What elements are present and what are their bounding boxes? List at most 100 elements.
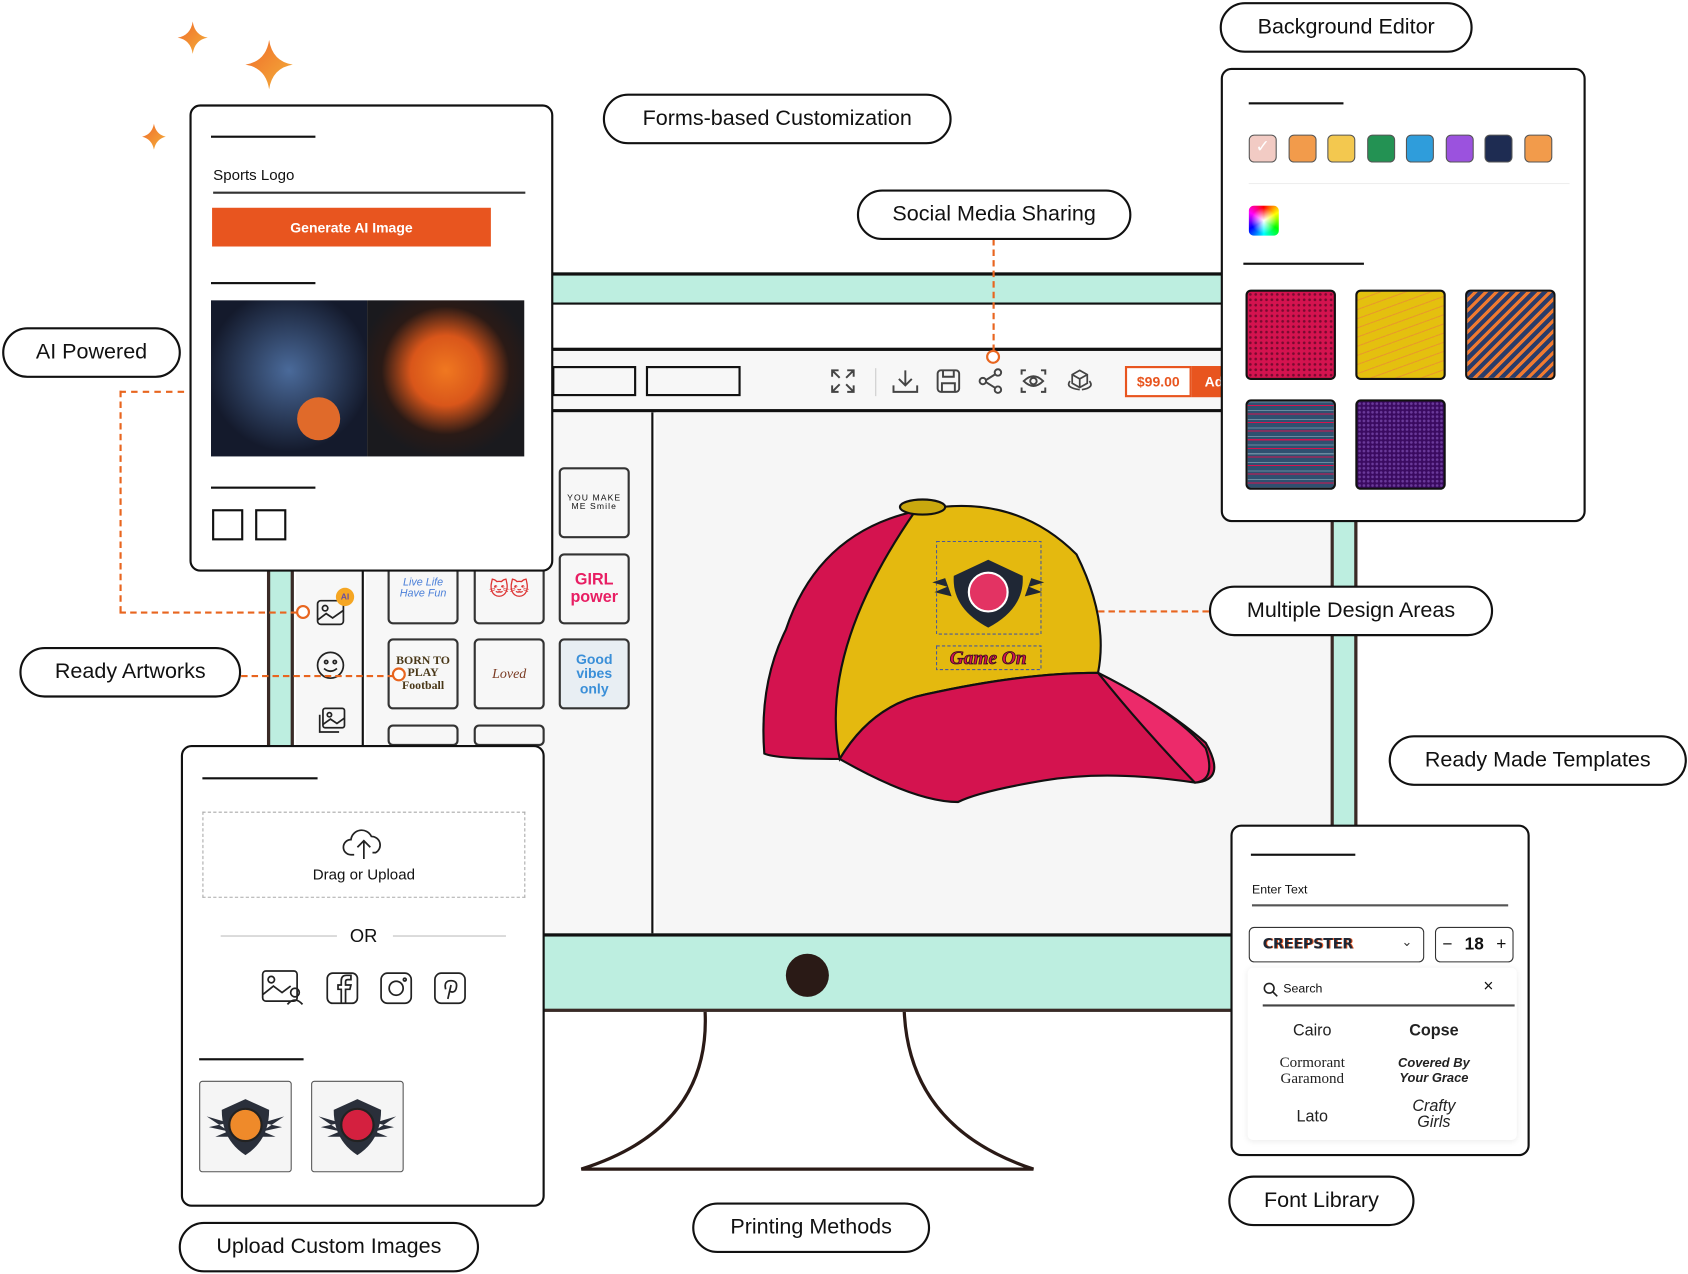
label-ready-made-templates: Ready Made Templates: [1388, 735, 1687, 786]
color-swatch[interactable]: [1484, 134, 1513, 163]
connector: [992, 238, 995, 351]
custom-color-picker[interactable]: [1248, 205, 1279, 236]
connector: [119, 390, 185, 393]
3d-view-icon[interactable]: [1066, 367, 1094, 395]
label-printing-methods: Printing Methods: [692, 1202, 931, 1254]
color-swatch[interactable]: [1405, 134, 1434, 163]
pattern-crimson-dots[interactable]: [1245, 289, 1336, 381]
generate-ai-image-button[interactable]: Generate AI Image: [212, 207, 491, 247]
cloud-upload-icon: [342, 829, 381, 860]
artwork-tile[interactable]: [473, 724, 545, 747]
font-option-cairo[interactable]: Cairo: [1253, 1022, 1371, 1040]
label-upload-custom-images: Upload Custom Images: [178, 1221, 480, 1273]
font-library-panel: Enter Text CREEPSTER ⌄ −18 + Search × Cair…: [1230, 824, 1530, 1157]
upload-dropzone[interactable]: Drag or Upload: [202, 811, 526, 898]
toolbar-divider: [875, 368, 877, 397]
font-option-crafty-girls[interactable]: Crafty Girls: [1375, 1098, 1493, 1130]
color-swatch[interactable]: [1288, 134, 1317, 163]
connector-dot: [986, 349, 1001, 364]
background-editor-panel: ✓: [1220, 67, 1586, 523]
font-size-stepper[interactable]: −18 +: [1434, 926, 1514, 963]
save-icon[interactable]: [934, 367, 962, 395]
fullscreen-icon[interactable]: [829, 367, 857, 395]
gallery-icon[interactable]: [316, 706, 346, 736]
basketball-logo: [206, 1098, 285, 1155]
toolbar-field[interactable]: [645, 366, 741, 397]
ai-generator-panel: Sports Logo Generate AI Image: [189, 104, 554, 572]
pattern-orange-navy-stripes[interactable]: [1465, 289, 1556, 381]
design-text[interactable]: Game On: [949, 648, 1027, 670]
font-dropdown: Search × Cairo Copse Cormorant Garamond …: [1247, 967, 1517, 1141]
decrease-button[interactable]: −: [1442, 935, 1452, 954]
connector: [1098, 610, 1209, 613]
monitor-logo-dot: [785, 953, 829, 997]
instagram-icon[interactable]: [379, 971, 413, 1005]
pattern-navy-pink-lines[interactable]: [1245, 399, 1336, 490]
label-font-library: Font Library: [1228, 1175, 1415, 1227]
increase-button[interactable]: +: [1496, 935, 1506, 954]
feature-illustration: $99.00 Add AI YOU MAKE ME Smile Live Lif…: [0, 0, 1688, 1273]
font-select[interactable]: CREEPSTER ⌄: [1248, 926, 1425, 963]
enter-text-label: Enter Text: [1251, 883, 1308, 897]
color-swatches: ✓: [1248, 134, 1552, 163]
label-ready-artworks: Ready Artworks: [19, 646, 242, 698]
font-search-input[interactable]: Search: [1283, 983, 1322, 996]
label-background-editor: Background Editor: [1219, 2, 1473, 53]
search-icon: [1263, 982, 1278, 997]
font-option-covered-by-your-grace[interactable]: Covered By Your Grace: [1375, 1055, 1493, 1086]
ai-badge: AI: [335, 587, 355, 607]
option-checkbox[interactable]: [255, 509, 287, 541]
color-swatch[interactable]: [1523, 134, 1552, 163]
basketball-logo: [318, 1098, 397, 1155]
connector: [119, 611, 298, 614]
font-option-lato[interactable]: Lato: [1253, 1108, 1371, 1126]
toolbar-field[interactable]: [552, 366, 637, 397]
monitor-top-bezel: [552, 272, 1226, 306]
price-display: $99.00: [1124, 366, 1192, 398]
connector-dot: [391, 667, 406, 682]
preview-icon[interactable]: [1019, 367, 1047, 395]
font-select-value: CREEPSTER: [1262, 936, 1354, 953]
pattern-purple-chevrons[interactable]: [1355, 399, 1446, 490]
connector-dot: [296, 604, 311, 619]
label-forms-customization: Forms-based Customization: [602, 93, 952, 145]
color-swatch[interactable]: [1366, 134, 1395, 163]
cats-illustration: 🐱🐱: [488, 577, 530, 600]
share-icon[interactable]: [976, 367, 1004, 395]
ai-result-tiger[interactable]: [367, 300, 525, 457]
uploaded-image-thumb[interactable]: [199, 1080, 292, 1173]
option-checkbox[interactable]: [212, 509, 244, 541]
connector: [241, 674, 394, 678]
font-option-copse[interactable]: Copse: [1375, 1022, 1493, 1040]
ai-result-wolf[interactable]: [210, 300, 368, 457]
color-swatch[interactable]: [1327, 134, 1356, 163]
artwork-tile[interactable]: [387, 724, 459, 747]
image-icon[interactable]: [261, 969, 306, 1006]
facebook-icon[interactable]: [325, 971, 359, 1005]
add-to-cart-button[interactable]: Add: [1191, 366, 1222, 398]
artwork-tile[interactable]: YOU MAKE ME Smile: [558, 467, 630, 539]
artwork-tile[interactable]: Good vibes only: [558, 638, 630, 710]
connector: [119, 390, 122, 613]
monitor-chin: [543, 933, 1233, 1012]
prompt-input[interactable]: Sports Logo: [213, 166, 294, 183]
uploaded-image-thumb[interactable]: [311, 1080, 404, 1173]
artwork-tile[interactable]: GIRL power: [558, 553, 630, 625]
pinterest-icon[interactable]: [433, 971, 467, 1005]
download-icon[interactable]: [891, 367, 919, 395]
text-input[interactable]: [1251, 904, 1509, 906]
cap-product: Game On: [762, 498, 1216, 804]
font-option-cormorant-garamond[interactable]: Cormorant Garamond: [1253, 1055, 1371, 1088]
color-swatch[interactable]: ✓: [1248, 134, 1277, 163]
or-separator: OR: [349, 925, 378, 947]
artwork-tile[interactable]: Loved: [473, 638, 545, 710]
font-size-value: 18: [1464, 934, 1484, 954]
label-multiple-design-areas: Multiple Design Areas: [1208, 585, 1494, 637]
close-icon[interactable]: ×: [1483, 977, 1493, 996]
label-social-sharing: Social Media Sharing: [856, 189, 1132, 241]
chevron-down-icon: ⌄: [1401, 934, 1413, 950]
monitor-stand: [580, 1011, 1034, 1171]
dropzone-label: Drag or Upload: [312, 865, 415, 883]
pattern-yellow-waves[interactable]: [1355, 289, 1446, 381]
color-swatch[interactable]: [1445, 134, 1474, 163]
